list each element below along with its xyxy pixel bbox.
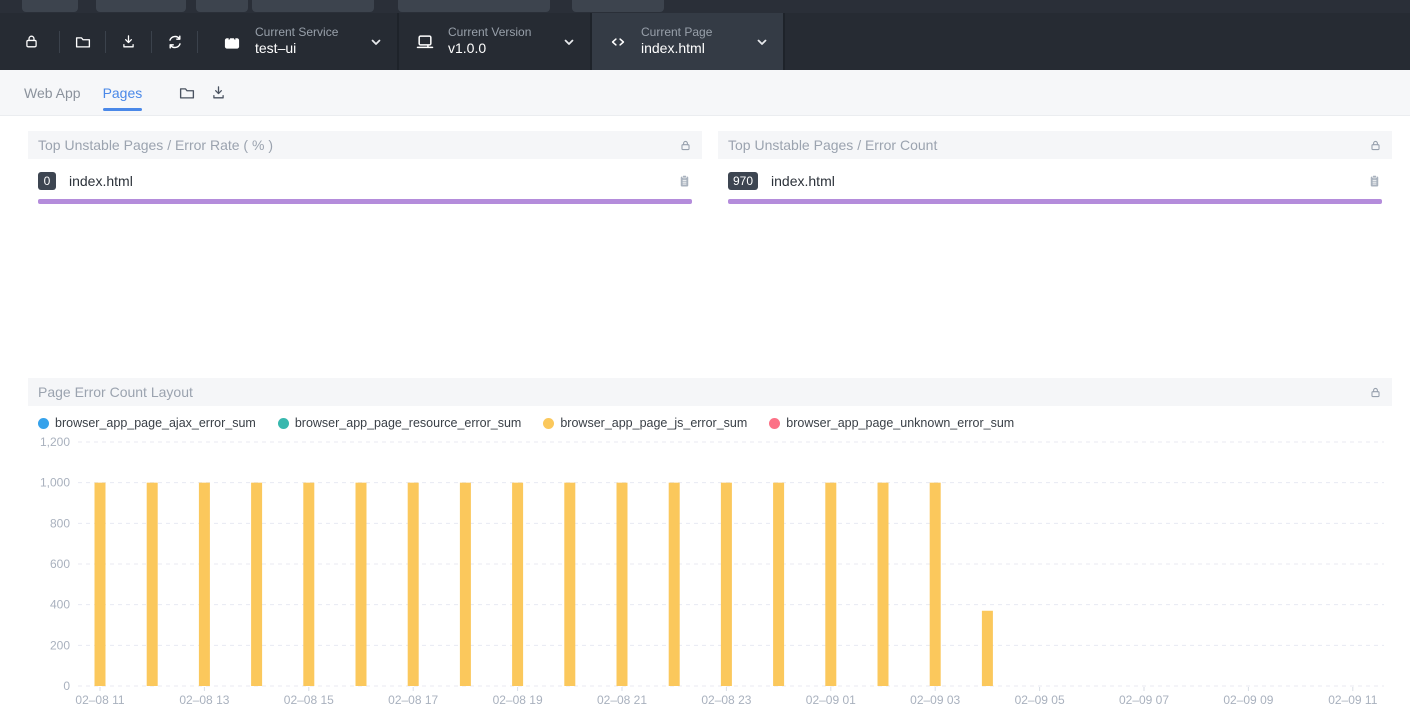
svg-text:800: 800 <box>50 516 70 530</box>
folder-icon <box>74 33 92 51</box>
folder-icon <box>178 84 196 102</box>
service-box-icon <box>222 32 242 52</box>
cropped-top-button-row <box>0 0 1410 13</box>
panel-title: Top Unstable Pages / Error Rate ( % ) <box>38 137 273 153</box>
page-list-item[interactable]: 970 index.html <box>718 159 1392 190</box>
current-page-selector[interactable]: Current Page index.html <box>592 13 783 70</box>
refresh-icon <box>166 33 184 51</box>
download-icon <box>120 33 137 50</box>
svg-text:02–08 21: 02–08 21 <box>597 693 647 704</box>
top-panels-row: Top Unstable Pages / Error Rate ( % ) 0 … <box>28 131 1392 204</box>
panel-page-error-count-layout: Page Error Count Layout browser_app_page… <box>28 378 1392 709</box>
folder-button[interactable] <box>178 84 196 102</box>
svg-text:1,200: 1,200 <box>40 435 70 449</box>
error-count-progress-bar <box>728 199 1382 204</box>
svg-text:1,000: 1,000 <box>40 476 70 490</box>
current-page-value: index.html <box>641 40 729 58</box>
current-version-selector[interactable]: Current Version v1.0.0 <box>399 13 590 70</box>
current-service-label: Current Service <box>255 25 343 40</box>
cropped-button[interactable] <box>22 0 78 12</box>
legend-item-js[interactable]: browser_app_page_js_error_sum <box>543 416 747 430</box>
chevron-down-icon <box>755 35 769 49</box>
lock-button[interactable] <box>21 13 59 70</box>
current-version-label: Current Version <box>448 25 536 40</box>
svg-text:02–08 11: 02–08 11 <box>75 693 124 704</box>
svg-text:02–09 07: 02–09 07 <box>1119 693 1169 704</box>
folder-button[interactable] <box>60 13 105 70</box>
copy-icon[interactable] <box>1367 173 1382 190</box>
svg-text:02–08 15: 02–08 15 <box>284 693 334 704</box>
value-badge: 970 <box>728 172 758 190</box>
main-toolbar: Current Service test–ui Current Version … <box>0 13 1410 70</box>
lock-icon[interactable] <box>1369 386 1382 399</box>
legend-dot <box>38 418 49 429</box>
cropped-button[interactable] <box>252 0 374 12</box>
svg-text:02–09 03: 02–09 03 <box>910 693 960 704</box>
divider <box>783 13 785 70</box>
legend-item-resource[interactable]: browser_app_page_resource_error_sum <box>278 416 522 430</box>
panel-title: Top Unstable Pages / Error Count <box>728 137 937 153</box>
chart-legend: browser_app_page_ajax_error_sum browser_… <box>38 416 1392 430</box>
legend-dot <box>543 418 554 429</box>
svg-text:02–08 23: 02–08 23 <box>701 693 751 704</box>
legend-item-unknown[interactable]: browser_app_page_unknown_error_sum <box>769 416 1014 430</box>
download-button[interactable] <box>106 13 151 70</box>
code-brackets-icon <box>608 32 628 52</box>
panel-header: Top Unstable Pages / Error Count <box>718 131 1392 159</box>
download-icon <box>210 84 227 101</box>
svg-text:02–09 11: 02–09 11 <box>1328 693 1377 704</box>
svg-text:0: 0 <box>63 679 70 693</box>
page-name: index.html <box>69 173 133 189</box>
page-name: index.html <box>771 173 835 189</box>
download-button[interactable] <box>210 84 227 101</box>
svg-text:02–09 09: 02–09 09 <box>1223 693 1273 704</box>
svg-text:02–08 19: 02–08 19 <box>493 693 543 704</box>
tab-pages[interactable]: Pages <box>103 70 143 116</box>
lock-icon[interactable] <box>1369 139 1382 152</box>
tab-web-app[interactable]: Web App <box>24 70 81 116</box>
legend-label: browser_app_page_ajax_error_sum <box>55 416 256 430</box>
divider <box>197 31 198 53</box>
panel-title: Page Error Count Layout <box>38 384 193 400</box>
current-version-value: v1.0.0 <box>448 40 536 58</box>
error-rate-progress-bar <box>38 199 692 204</box>
chevron-down-icon <box>562 35 576 49</box>
panel-error-count: Top Unstable Pages / Error Count 970 ind… <box>718 131 1392 204</box>
legend-label: browser_app_page_unknown_error_sum <box>786 416 1014 430</box>
current-page-label: Current Page <box>641 25 729 40</box>
current-service-value: test–ui <box>255 40 343 58</box>
laptop-icon <box>415 32 435 52</box>
cropped-button[interactable] <box>96 0 186 12</box>
cropped-button[interactable] <box>398 0 550 12</box>
legend-dot <box>278 418 289 429</box>
legend-dot <box>769 418 780 429</box>
panel-error-rate: Top Unstable Pages / Error Rate ( % ) 0 … <box>28 131 702 204</box>
svg-text:02–08 13: 02–08 13 <box>179 693 229 704</box>
toolbar-icon-group <box>0 13 198 70</box>
legend-label: browser_app_page_resource_error_sum <box>295 416 522 430</box>
svg-text:400: 400 <box>50 598 70 612</box>
svg-text:600: 600 <box>50 557 70 571</box>
panel-header: Page Error Count Layout <box>28 378 1392 406</box>
refresh-button[interactable] <box>152 13 197 70</box>
panel-header: Top Unstable Pages / Error Rate ( % ) <box>28 131 702 159</box>
bar-chart[interactable]: 0 200 400 600 800 1,000 1,200 02–08 11 02–08 13 0… <box>28 434 1392 709</box>
svg-text:200: 200 <box>50 638 70 652</box>
value-badge: 0 <box>38 172 56 190</box>
cropped-button[interactable] <box>196 0 248 12</box>
svg-text:02–09 01: 02–09 01 <box>806 693 856 704</box>
svg-text:02–08 17: 02–08 17 <box>388 693 438 704</box>
page-list-item[interactable]: 0 index.html <box>28 159 702 190</box>
lock-icon <box>23 33 40 50</box>
tab-bar: Web App Pages <box>0 70 1410 116</box>
cropped-button[interactable] <box>572 0 664 12</box>
bar-chart-svg: 0 200 400 600 800 1,000 1,200 02–08 11 02–08 13 0… <box>28 434 1392 704</box>
svg-text:02–09 05: 02–09 05 <box>1015 693 1065 704</box>
copy-icon[interactable] <box>677 173 692 190</box>
chevron-down-icon <box>369 35 383 49</box>
lock-icon[interactable] <box>679 139 692 152</box>
current-service-selector[interactable]: Current Service test–ui <box>206 13 397 70</box>
legend-label: browser_app_page_js_error_sum <box>560 416 747 430</box>
legend-item-ajax[interactable]: browser_app_page_ajax_error_sum <box>38 416 256 430</box>
